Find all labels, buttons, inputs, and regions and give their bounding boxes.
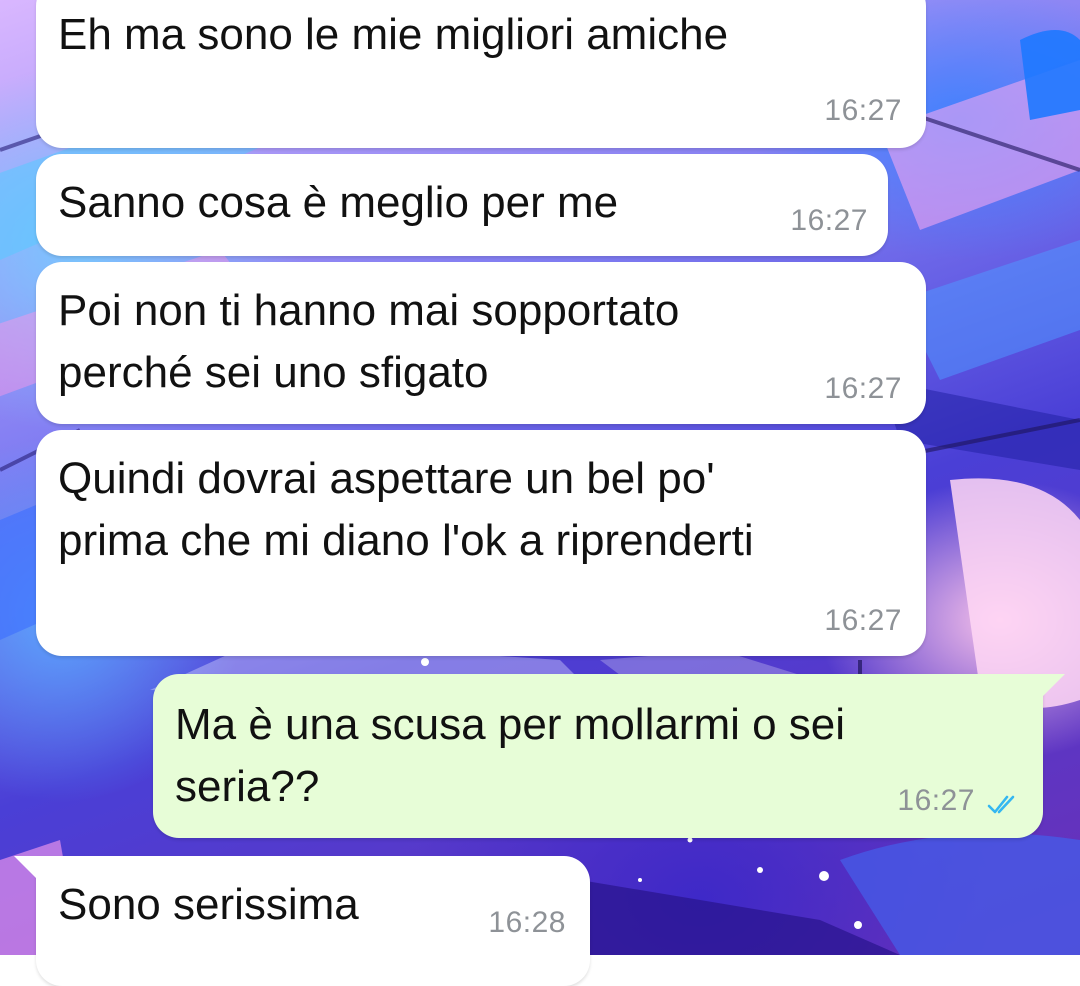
message-timestamp: 16:27 [824, 94, 902, 127]
message-timestamp: 16:27 [824, 372, 902, 405]
outgoing-bubble-tail [1043, 674, 1065, 696]
double-check-read-icon [987, 795, 1015, 814]
message-timestamp: 16:28 [488, 906, 566, 939]
message-timestamp: 16:27 [824, 604, 902, 637]
message-text: Quindi dovrai aspettare un bel po' prima… [58, 454, 754, 565]
message-text: Eh ma sono le mie migliori amiche [58, 10, 729, 59]
message-text: Sono serissima [58, 880, 359, 929]
chat-message-list[interactable]: Eh ma sono le mie migliori amiche 16:27 … [0, 0, 1080, 986]
message-timestamp: 16:27 [790, 204, 868, 237]
incoming-message-bubble[interactable]: Eh ma sono le mie migliori amiche 16:27 [36, 0, 926, 148]
incoming-message-bubble[interactable]: Sanno cosa è meglio per me 16:27 [36, 154, 888, 256]
incoming-message-bubble[interactable]: Quindi dovrai aspettare un bel po' prima… [36, 430, 926, 656]
message-text: Poi non ti hanno mai sopportato perché s… [58, 286, 680, 397]
message-timestamp: 16:27 [897, 784, 975, 817]
message-text: Ma è una scusa per mollarmi o sei seria?… [175, 700, 846, 811]
outgoing-message-bubble[interactable]: Ma è una scusa per mollarmi o sei seria?… [153, 674, 1043, 838]
incoming-message-bubble[interactable]: Poi non ti hanno mai sopportato perché s… [36, 262, 926, 424]
incoming-message-bubble[interactable]: Sono serissima 16:28 [36, 856, 590, 986]
incoming-bubble-tail [14, 856, 36, 878]
message-text: Sanno cosa è meglio per me [58, 178, 619, 227]
